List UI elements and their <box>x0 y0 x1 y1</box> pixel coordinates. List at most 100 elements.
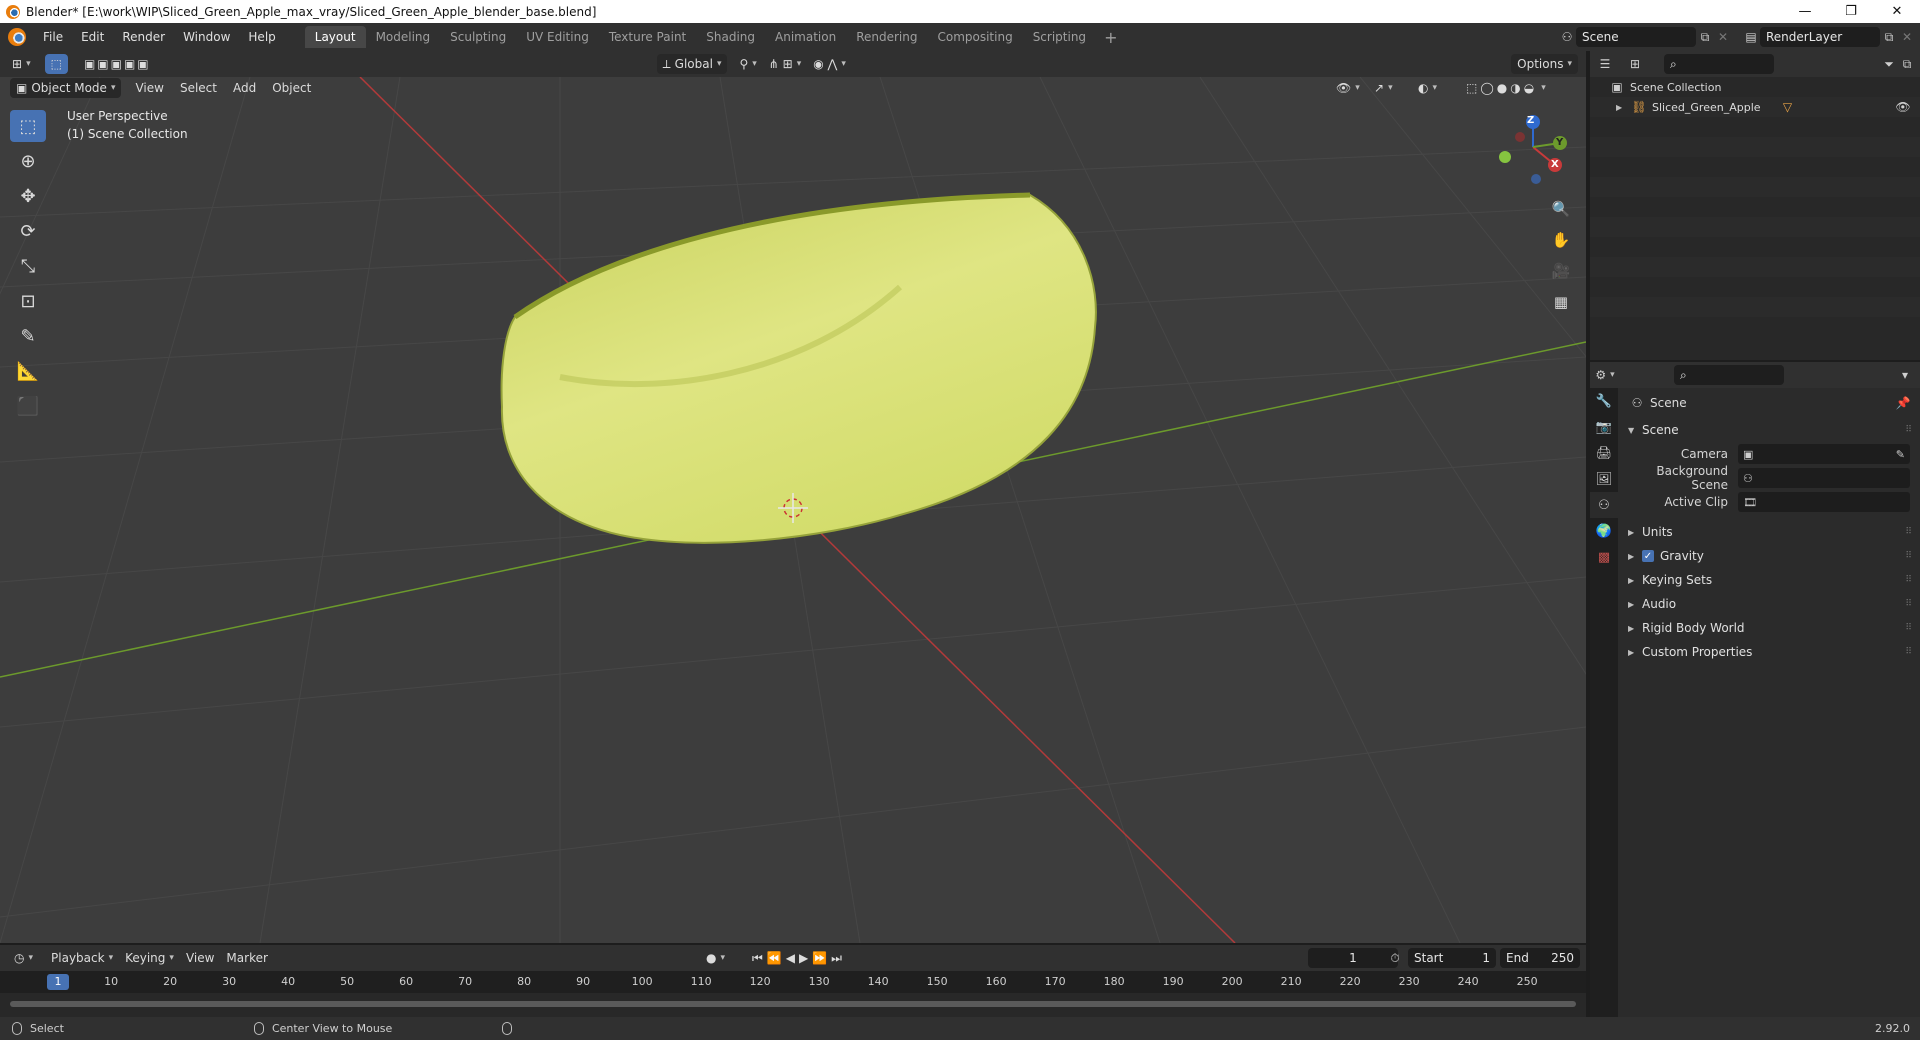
tab-compositing[interactable]: Compositing <box>927 26 1022 48</box>
hide-eye-icon[interactable]: 👁 <box>1894 98 1912 116</box>
start-frame-field[interactable]: Start 1 <box>1408 948 1496 968</box>
camera-field[interactable]: ▣ ✎ <box>1738 444 1910 464</box>
timeline-frame-ruler[interactable]: 1 10 20 30 40 50 60 70 80 90 100 110 120 130 140 150 160… <box>0 971 1586 993</box>
gizmo-toggle-icon[interactable]: ↗ ▾ <box>1368 78 1399 98</box>
outliner-editor-type-icon[interactable]: ☰ <box>1596 55 1614 73</box>
keying-menu[interactable]: Keying ▾ <box>119 948 180 968</box>
delete-scene-icon[interactable]: ✕ <box>1714 28 1732 46</box>
view-layer-tab-icon[interactable]: 🖼 <box>1590 466 1618 492</box>
restore-button[interactable]: ❐ <box>1828 0 1874 23</box>
display-mode-icon[interactable]: ⊞ <box>1626 55 1644 73</box>
view-layer-icon[interactable]: ▤ <box>1742 28 1760 46</box>
pivot-point-icon[interactable]: ⚲ ▾ <box>733 54 762 74</box>
drag-grip-icon[interactable]: ⠿ <box>1905 425 1912 435</box>
blender-menu-icon[interactable] <box>8 28 26 46</box>
camera-view-icon[interactable]: 🎥 <box>1547 257 1575 285</box>
overlay-toggle-icon[interactable]: ◐ ▾ <box>1412 78 1443 98</box>
scene-selector[interactable]: Scene <box>1576 27 1696 47</box>
gravity-panel-header[interactable]: ▶ ✓ Gravity ⠿ <box>1618 544 1920 568</box>
end-frame-field[interactable]: End 250 <box>1500 948 1580 968</box>
expand-arrow-icon[interactable]: ▶ <box>1616 103 1630 112</box>
menu-file[interactable]: File <box>34 23 72 51</box>
mode-dropdown[interactable]: ▣ Object Mode ▾ <box>10 78 122 98</box>
drag-grip-icon[interactable]: ⠿ <box>1905 527 1912 537</box>
menu-add[interactable]: Add <box>227 78 262 98</box>
rigid-body-world-panel-header[interactable]: ▶ Rigid Body World ⠿ <box>1618 616 1920 640</box>
marker-menu[interactable]: Marker <box>220 948 273 968</box>
scene-panel-header[interactable]: ▼ Scene ⠿ <box>1618 418 1920 442</box>
rotate-tool-icon[interactable]: ⟳ <box>10 215 46 247</box>
3d-viewport[interactable]: User Perspective (1) Scene Collection Z … <box>0 77 1586 943</box>
drag-grip-icon[interactable]: ⠿ <box>1905 599 1912 609</box>
tool-tab-icon[interactable]: 🔧 <box>1590 388 1618 414</box>
menu-window[interactable]: Window <box>174 23 239 51</box>
editor-type-icon[interactable]: ⊞ ▾ <box>6 54 37 74</box>
outliner-search-input[interactable]: ⌕ <box>1664 54 1774 74</box>
tab-layout[interactable]: Layout <box>304 26 366 48</box>
background-scene-field[interactable]: ⚇ <box>1738 468 1910 488</box>
menu-render[interactable]: Render <box>113 23 174 51</box>
tab-texture-paint[interactable]: Texture Paint <box>599 26 696 48</box>
drag-grip-icon[interactable]: ⠿ <box>1905 575 1912 585</box>
scene-tab-icon[interactable]: ⚇ <box>1590 492 1618 518</box>
timeline-editor-type-icon[interactable]: ◷ ▾ <box>8 948 39 968</box>
tab-scripting[interactable]: Scripting <box>1023 26 1096 48</box>
playback-menu[interactable]: Playback ▾ <box>45 948 119 968</box>
select-box-icon[interactable]: ⬚ <box>10 110 46 142</box>
properties-editor-type-icon[interactable]: ⚙ ▾ <box>1595 366 1614 384</box>
properties-search-input[interactable]: ⌕ <box>1674 365 1784 385</box>
outliner-row-scene-collection[interactable]: ▣ Scene Collection <box>1590 77 1920 97</box>
new-scene-icon[interactable]: ⧉ <box>1696 28 1714 46</box>
options-dropdown[interactable]: Options ▾ <box>1511 54 1578 74</box>
preview-range-clock-icon[interactable]: ⏱ <box>1386 949 1404 967</box>
pin-icon[interactable]: 📌 <box>1894 394 1912 412</box>
new-view-layer-icon[interactable]: ⧉ <box>1880 28 1898 46</box>
current-frame-indicator[interactable]: 1 <box>47 974 69 990</box>
filter-icon[interactable]: ⏷ <box>1880 55 1898 73</box>
cursor-tool-icon[interactable]: ⊕ <box>10 145 46 177</box>
shading-mode-icons[interactable]: ⬚◯●◑◒ ▾ <box>1460 78 1555 98</box>
proportional-edit-icon[interactable]: ◉ ⋀ ▾ <box>807 54 852 74</box>
menu-view[interactable]: View <box>129 78 169 98</box>
ortho-grid-icon[interactable]: ▦ <box>1547 288 1575 316</box>
measure-tool-icon[interactable]: 📐 <box>10 355 46 387</box>
tab-rendering[interactable]: Rendering <box>846 26 927 48</box>
annotate-tool-icon[interactable]: ✎ <box>10 320 46 352</box>
snap-icon[interactable]: ⋔ ⊞ ▾ <box>763 54 807 74</box>
render-tab-icon[interactable]: 📷 <box>1590 414 1618 440</box>
tab-sculpting[interactable]: Sculpting <box>440 26 516 48</box>
timeline-scrollbar[interactable] <box>10 1001 1576 1007</box>
custom-properties-panel-header[interactable]: ▶ Custom Properties ⠿ <box>1618 640 1920 664</box>
selection-mode-icons[interactable]: ▣▣▣▣▣ <box>78 54 157 74</box>
current-frame-field[interactable]: 1 <box>1308 948 1398 968</box>
properties-options-icon[interactable]: ▾ <box>1896 366 1914 384</box>
world-tab-icon[interactable]: 🌍 <box>1590 518 1618 544</box>
drag-grip-icon[interactable]: ⠿ <box>1905 623 1912 633</box>
delete-view-layer-icon[interactable]: ✕ <box>1898 28 1916 46</box>
record-button[interactable]: ● ▾ <box>700 948 731 968</box>
tab-animation[interactable]: Animation <box>765 26 846 48</box>
transform-orientation-dropdown[interactable]: ⟂ Global ▾ <box>656 54 728 74</box>
menu-help[interactable]: Help <box>239 23 284 51</box>
eyedropper-icon[interactable]: ✎ <box>1896 448 1905 461</box>
playback-controls[interactable]: ⏮⏪◀▶⏩⏭ <box>746 948 852 968</box>
transform-tool-icon[interactable]: ⊡ <box>10 285 46 317</box>
zoom-icon[interactable]: 🔍 <box>1547 195 1575 223</box>
drag-grip-icon[interactable]: ⠿ <box>1905 647 1912 657</box>
new-collection-icon[interactable]: ⧉ <box>1898 55 1916 73</box>
pan-hand-icon[interactable]: ✋ <box>1547 226 1575 254</box>
menu-object[interactable]: Object <box>266 78 317 98</box>
minimize-button[interactable]: — <box>1782 0 1828 23</box>
units-panel-header[interactable]: ▶ Units ⠿ <box>1618 520 1920 544</box>
tab-shading[interactable]: Shading <box>696 26 765 48</box>
active-clip-field[interactable]: 🎞 <box>1738 492 1910 512</box>
add-workspace-icon[interactable]: + <box>1096 28 1125 47</box>
gravity-checkbox[interactable]: ✓ <box>1642 550 1654 562</box>
audio-panel-header[interactable]: ▶ Audio ⠿ <box>1618 592 1920 616</box>
tab-modeling[interactable]: Modeling <box>366 26 441 48</box>
keying-sets-panel-header[interactable]: ▶ Keying Sets ⠿ <box>1618 568 1920 592</box>
select-tool-icon[interactable]: ⬚ <box>44 54 68 74</box>
sliced-apple-mesh[interactable] <box>500 193 1097 544</box>
scale-tool-icon[interactable]: ⤡ <box>10 250 46 282</box>
add-cube-tool-icon[interactable]: ⬛ <box>10 390 46 422</box>
